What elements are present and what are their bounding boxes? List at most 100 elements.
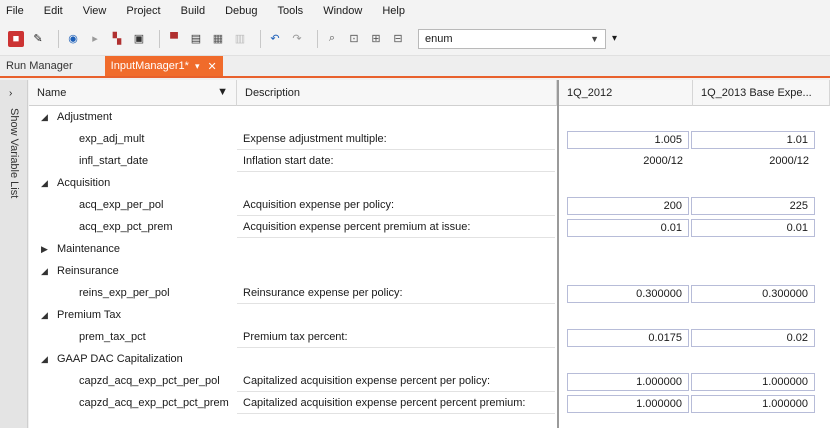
variable-name: infl_start_date [79,155,149,167]
open-icon[interactable]: ▚ [109,31,125,47]
collapse-icon[interactable]: ◢ [41,266,48,277]
copy-icon[interactable]: ▦ [210,31,226,47]
forward-icon[interactable]: ▸ [87,31,103,47]
table-row[interactable]: capzd_acq_exp_pct_pct_prem Capitalized ac… [29,393,830,415]
menu-item-project[interactable]: Project [126,5,160,17]
menu-item-view[interactable]: View [83,5,107,17]
column-header-name-label: Name [37,86,67,99]
value-cell-1q-2012[interactable]: 2000/12 [567,153,689,171]
find-next-icon[interactable]: ⊡ [346,31,362,47]
table-row[interactable]: reins_exp_per_pol Reinsurance expense per… [29,283,830,305]
expand-icon[interactable]: ▶ [41,244,48,255]
value-cell-1q-2012[interactable]: 1.000000 [567,373,689,391]
column-header-1q-2013[interactable]: 1Q_2013 Base Expe... [693,80,830,106]
group-label: Premium Tax [57,309,121,321]
find-icon[interactable]: ⌕ [324,31,340,47]
toolbar-separator [159,29,160,48]
redo-icon[interactable]: ↷ [289,31,305,47]
table-row[interactable]: exp_adj_mult Expense adjustment multiple:… [29,129,830,151]
toolbar-separator [260,29,261,48]
collapse-icon[interactable]: ◢ [41,112,48,123]
value-cell-1q-2012[interactable]: 0.300000 [567,285,689,303]
table-row[interactable]: infl_start_date Inflation start date: 2000… [29,151,830,173]
value-cell-1q-2013[interactable]: 225 [691,197,815,215]
toolbar-overflow-icon[interactable]: ▾ [612,33,617,44]
row-divider [237,391,555,392]
collapse-icon[interactable]: ◢ [41,354,48,365]
stop-icon[interactable]: ▣ [131,31,147,47]
show-variable-list-label[interactable]: Show Variable List [8,108,20,198]
value-cell-1q-2013[interactable]: 0.02 [691,329,815,347]
save-all-icon[interactable]: ▤ [188,31,204,47]
group-row[interactable]: ▶ Maintenance [29,239,830,261]
column-header-description[interactable]: Description [237,80,557,106]
search-combo-value: enum [425,32,453,45]
variable-name: acq_exp_per_pol [79,199,164,211]
value-cell-1q-2012[interactable]: 0.01 [567,219,689,237]
tab-pin-icon[interactable]: ▾ [195,61,200,72]
variable-description: Inflation start date: [243,155,334,167]
variable-description: Capitalized acquisition expense percent … [243,375,491,387]
save-icon[interactable]: ■ [8,30,24,47]
value-cell-1q-2013[interactable]: 1.000000 [691,373,815,391]
paste-icon[interactable]: ▥ [232,31,248,47]
back-icon[interactable]: ◉ [65,31,81,47]
table-row[interactable]: prem_tax_pct Premium tax percent: 0.0175 0.… [29,327,830,349]
group-row[interactable]: ◢ Acquisition [29,173,830,195]
row-divider [237,215,555,216]
table-row[interactable]: acq_exp_pct_prem Acquisition expense perc… [29,217,830,239]
tab-input-manager-label: InputManager1* [110,60,189,72]
value-cell-1q-2013[interactable]: 0.01 [691,219,815,237]
table-row[interactable]: capzd_acq_exp_pct_per_pol Capitalized acq… [29,371,830,393]
tab-run-manager[interactable]: Run Manager [0,60,81,76]
row-divider [237,413,555,414]
variable-list-panel[interactable]: › Show Variable List [0,80,28,428]
undo-icon[interactable]: ↶ [267,31,283,47]
close-icon[interactable]: ✕ [207,60,216,73]
variable-name: prem_tax_pct [79,331,146,343]
variable-name: capzd_acq_exp_pct_pct_prem [79,397,229,409]
group-label: Reinsurance [57,265,119,277]
pin-icon[interactable]: ✎ [30,31,46,47]
menu-item-tools[interactable]: Tools [278,5,304,17]
value-cell-1q-2013[interactable]: 1.000000 [691,395,815,413]
variable-description: Acquisition expense percent premium at i… [243,221,471,233]
column-header-1q-2012[interactable]: 1Q_2012 [559,80,693,106]
group-row[interactable]: ◢ Adjustment [29,107,830,129]
row-divider [237,303,555,304]
menu-item-help[interactable]: Help [382,5,405,17]
value-cell-1q-2012[interactable]: 200 [567,197,689,215]
group-row[interactable]: ◢ Reinsurance [29,261,830,283]
group-row[interactable]: ◢ GAAP DAC Capitalization [29,349,830,371]
collapse-icon[interactable]: ◢ [41,178,48,189]
column-header-name[interactable]: Name ▼ [29,80,237,106]
row-divider [237,171,555,172]
tab-input-manager[interactable]: InputManager1* ▾ ✕ [104,56,223,76]
variable-description: Premium tax percent: [243,331,348,343]
table-row[interactable]: acq_exp_per_pol Acquisition expense per p… [29,195,830,217]
chevron-down-icon[interactable]: ▼ [590,34,599,44]
value-cell-1q-2013[interactable]: 0.300000 [691,285,815,303]
replace-all-icon[interactable]: ⊟ [390,31,406,47]
variable-description: Acquisition expense per policy: [243,199,395,211]
build-icon[interactable]: ▀ [166,31,182,47]
menu-item-debug[interactable]: Debug [225,5,257,17]
search-combo[interactable]: enum ▼ [418,28,606,49]
value-cell-1q-2012[interactable]: 1.005 [567,131,689,149]
menu-item-window[interactable]: Window [323,5,362,17]
value-cell-1q-2012[interactable]: 1.000000 [567,395,689,413]
menu-item-build[interactable]: Build [181,5,205,17]
value-cell-1q-2013[interactable]: 1.01 [691,131,815,149]
collapse-icon[interactable]: ◢ [41,310,48,321]
menu-item-file[interactable]: File [6,5,24,17]
group-label: Adjustment [57,111,113,123]
group-row[interactable]: ◢ Premium Tax [29,305,830,327]
menu-item-edit[interactable]: Edit [44,5,63,17]
group-label: Maintenance [57,243,120,255]
replace-icon[interactable]: ⊞ [368,31,384,47]
expand-panel-icon[interactable]: › [9,88,12,99]
variable-description: Capitalized acquisition expense percent … [243,397,526,409]
value-cell-1q-2012[interactable]: 0.0175 [567,329,689,347]
filter-icon[interactable]: ▼ [217,86,228,98]
value-cell-1q-2013[interactable]: 2000/12 [691,153,815,171]
